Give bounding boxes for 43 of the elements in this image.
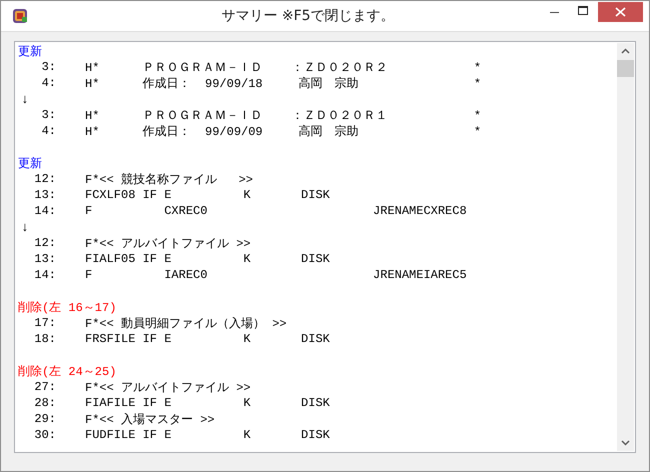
- code-line: F CXREC0 JRENAMECXREC8: [85, 204, 467, 218]
- line-number: 27:: [33, 380, 56, 394]
- line-number: 4:: [40, 76, 56, 90]
- line-number: 18:: [33, 332, 56, 346]
- app-icon: [12, 8, 28, 24]
- change-arrow: ↓: [20, 92, 29, 106]
- code-line: F*<< 動員明細ファイル（入場） >>: [85, 316, 287, 332]
- line-number: 12:: [33, 236, 56, 250]
- code-line: H* 作成日： 99/09/09 高岡 宗助 *: [85, 124, 482, 140]
- line-number: 13:: [33, 252, 56, 266]
- vertical-scrollbar[interactable]: [617, 43, 634, 451]
- line-number: 29:: [33, 412, 56, 426]
- code-line: H* 作成日： 99/09/18 高岡 宗助 *: [85, 76, 482, 92]
- scroll-thumb[interactable]: [617, 60, 634, 77]
- close-icon[interactable]: [598, 2, 643, 22]
- code-line: H* ＰＲＯＧＲＡＭ－ＩＤ ：ＺＤ０２０Ｒ１ *: [85, 108, 482, 124]
- code-line: F*<< アルバイトファイル >>: [85, 380, 251, 396]
- window-title: サマリー ※F5で閉じます。: [220, 7, 396, 25]
- code-line: F*<< 入場マスター >>: [85, 412, 215, 428]
- line-number: 4:: [40, 124, 56, 138]
- change-arrow: ↓: [20, 220, 29, 234]
- code-line: FIALF05 IF E K DISK: [85, 252, 330, 266]
- line-number: 3:: [40, 108, 56, 122]
- line-number: 12:: [33, 172, 56, 186]
- code-line: FRSFILE IF E K DISK: [85, 332, 330, 346]
- line-number: 30:: [33, 428, 56, 442]
- code-line: FUDFILE IF E K DISK: [85, 428, 330, 442]
- section-heading: 削除(左 24～25): [17, 364, 116, 380]
- line-number: 14:: [33, 204, 56, 218]
- code-line: H* ＰＲＯＧＲＡＭ－ＩＤ ：ＺＤ０２０Ｒ２ *: [85, 60, 482, 76]
- line-number: 14:: [33, 268, 56, 282]
- code-line: F*<< アルバイトファイル >>: [85, 236, 251, 252]
- line-number: 28:: [33, 396, 56, 410]
- line-number: 3:: [40, 60, 56, 74]
- code-line: FCXLF08 IF E K DISK: [85, 188, 330, 202]
- section-heading: 更新: [17, 44, 42, 60]
- line-number: 17:: [33, 316, 56, 330]
- line-number: 13:: [33, 188, 56, 202]
- section-heading: 削除(左 16～17): [17, 300, 116, 316]
- section-heading: 更新: [17, 156, 42, 172]
- code-line: F IAREC0 JRENAMEIAREC5: [85, 268, 467, 282]
- code-line: F*<< 競技名称ファイル >>: [85, 172, 254, 188]
- code-line: FIAFILE IF E K DISK: [85, 396, 330, 410]
